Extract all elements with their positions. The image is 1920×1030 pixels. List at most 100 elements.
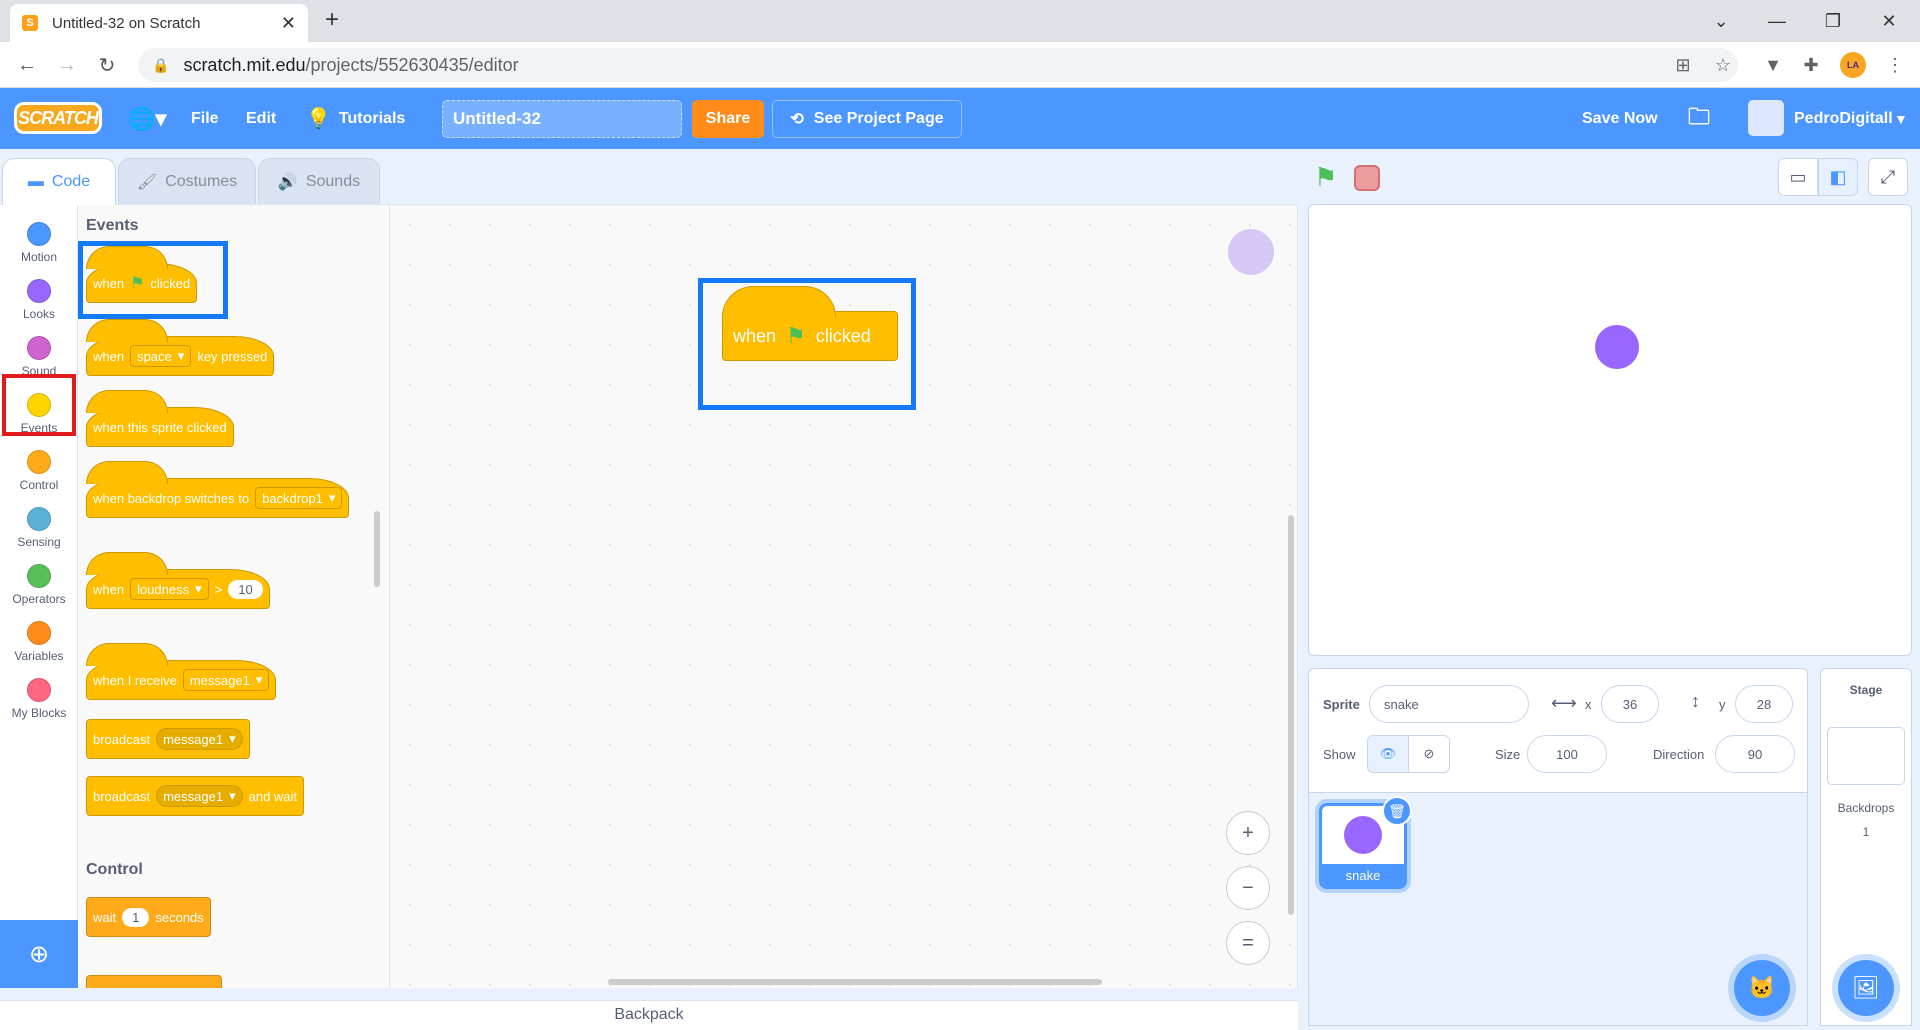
choose-sprite-cat-icon[interactable]: 🐱 <box>1734 960 1790 1016</box>
window-close-icon[interactable]: ✕ <box>1866 4 1912 38</box>
backdrop-dropdown[interactable]: backdrop1 ▾ <box>255 487 343 509</box>
forward-icon[interactable]: → <box>52 50 82 80</box>
browser-menu-icon[interactable]: ⋮ <box>1882 52 1908 78</box>
extension-shield-icon[interactable]: ▼ <box>1760 52 1786 78</box>
see-project-page-button[interactable]: ⟲ See Project Page <box>772 100 962 138</box>
block-text: seconds <box>155 909 204 925</box>
workspace-horizontal-scrollbar[interactable] <box>608 979 1102 985</box>
my-blocks-dot-icon <box>27 678 51 702</box>
translate-icon[interactable]: ⊞ <box>1670 52 1696 78</box>
tab-costumes[interactable]: 🖌 Costumes <box>118 158 256 204</box>
zoom-out-button[interactable]: − <box>1226 866 1270 910</box>
sensor-dropdown[interactable]: loudness ▾ <box>130 578 209 600</box>
direction-input[interactable]: 90 <box>1715 735 1795 773</box>
y-input[interactable]: 28 <box>1735 685 1793 723</box>
block-text: when <box>93 348 125 364</box>
message-dropdown[interactable]: message1 ▾ <box>156 785 243 807</box>
message-dropdown[interactable]: message1 ▾ <box>156 728 243 750</box>
dropdown-value: loudness <box>137 581 190 597</box>
sprite-thumbnail-name: snake <box>1322 864 1404 886</box>
backdrops-label: Backdrops <box>1837 801 1895 815</box>
add-extension-icon[interactable]: ⊕ <box>0 920 78 988</box>
broadcast-and-wait-block[interactable]: broadcast message1 ▾ and wait <box>86 776 305 816</box>
browser-tab[interactable]: S Untitled-32 on Scratch ✕ <box>10 4 308 42</box>
address-bar[interactable]: 🔒 scratch.mit.edu/projects/552630435/edi… <box>138 48 1738 82</box>
when-backdrop-switches-block[interactable]: when backdrop switches to backdrop1 ▾ <box>86 461 350 518</box>
tab-code[interactable]: ▬ Code <box>2 158 116 205</box>
green-flag-run-icon[interactable]: ⚑ <box>1314 162 1337 193</box>
key-dropdown[interactable]: space ▾ <box>130 345 192 367</box>
dropdown-value: space <box>137 348 172 364</box>
stage-thumbnail[interactable] <box>1827 727 1905 785</box>
delete-sprite-icon[interactable]: 🗑 <box>1382 796 1412 826</box>
zoom-in-icon: + <box>1242 821 1254 844</box>
when-i-receive-block[interactable]: when I receive message1 ▾ <box>86 643 277 700</box>
when-key-pressed-block[interactable]: when space ▾ key pressed <box>86 319 275 376</box>
small-stage-icon[interactable]: ▭ <box>1778 158 1818 196</box>
minimize-icon[interactable]: — <box>1754 4 1800 38</box>
profile-avatar-icon[interactable]: LA <box>1840 52 1866 78</box>
tutorials-button[interactable]: 💡 Tutorials <box>306 88 405 149</box>
size-input[interactable]: 100 <box>1527 735 1607 773</box>
normal-stage-icon[interactable]: ◧ <box>1818 158 1858 196</box>
language-globe-icon[interactable]: 🌐▾ <box>128 88 166 149</box>
scratch-favicon-icon: S <box>22 15 38 31</box>
stage-canvas[interactable] <box>1308 204 1912 656</box>
browser-titlebar: S Untitled-32 on Scratch ✕ + ⌄ — ❐ ✕ <box>0 0 1920 42</box>
sound-dot-icon <box>27 336 51 360</box>
username-menu[interactable]: PedroDigitall <box>1794 88 1893 149</box>
choose-backdrop-icon[interactable]: 🖼 <box>1838 960 1894 1016</box>
bookmark-star-icon[interactable]: ☆ <box>1710 52 1736 78</box>
category-motion[interactable]: Motion <box>0 215 78 271</box>
message-dropdown[interactable]: message1 ▾ <box>182 669 270 691</box>
tab-close-icon[interactable]: ✕ <box>281 13 296 34</box>
show-visible-eye-icon[interactable]: 👁 <box>1367 735 1409 773</box>
category-looks[interactable]: Looks <box>0 272 78 328</box>
lock-icon: 🔒 <box>152 56 170 73</box>
file-menu[interactable]: File <box>191 88 219 149</box>
category-variables[interactable]: Variables <box>0 614 78 670</box>
x-input[interactable]: 36 <box>1601 685 1659 723</box>
zoom-reset-button[interactable]: = <box>1226 921 1270 965</box>
snake-sprite[interactable] <box>1595 325 1639 369</box>
user-menu-caret-icon[interactable]: ▼ <box>1894 88 1908 149</box>
loudness-value-input[interactable]: 10 <box>228 579 263 599</box>
show-hidden-eye-icon[interactable]: ⊘ <box>1408 735 1450 773</box>
operators-dot-icon <box>27 564 51 588</box>
stop-icon[interactable] <box>1354 165 1380 191</box>
y-label: y <box>1719 697 1726 712</box>
category-my-blocks[interactable]: My Blocks <box>0 671 78 727</box>
back-icon[interactable]: ← <box>12 50 42 80</box>
user-avatar[interactable] <box>1748 100 1784 136</box>
category-control[interactable]: Control <box>0 443 78 499</box>
project-title-input[interactable]: Untitled-32 <box>442 100 682 138</box>
category-sensing[interactable]: Sensing <box>0 500 78 556</box>
palette-scrollbar[interactable] <box>374 511 380 587</box>
tab-sounds[interactable]: 🔊 Sounds <box>258 158 380 204</box>
fullscreen-icon[interactable]: ⤢ <box>1868 158 1908 196</box>
when-loudness-block[interactable]: when loudness ▾ > 10 <box>86 552 270 609</box>
sprite-name-input[interactable]: snake <box>1369 685 1529 723</box>
extensions-puzzle-icon[interactable]: ✚ <box>1798 52 1824 78</box>
dropdown-caret-icon: ▾ <box>195 581 202 596</box>
my-stuff-folder-icon[interactable]: 🗀 <box>1688 88 1710 149</box>
share-button[interactable]: Share <box>692 100 764 138</box>
wait-value-input[interactable]: 1 <box>122 907 150 927</box>
edit-menu[interactable]: Edit <box>246 88 276 149</box>
broadcast-block[interactable]: broadcast message1 ▾ <box>86 719 250 759</box>
repeat-block[interactable] <box>86 975 222 988</box>
save-now-button[interactable]: Save Now <box>1582 88 1658 149</box>
workspace-vertical-scrollbar[interactable] <box>1288 515 1294 915</box>
reload-icon[interactable]: ↻ <box>92 50 122 80</box>
scratch-logo[interactable]: SCRATCH <box>14 102 102 134</box>
zoom-in-button[interactable]: + <box>1226 811 1270 855</box>
tab-code-label: Code <box>51 173 91 190</box>
dropdown-value: message1 <box>163 731 224 747</box>
category-operators[interactable]: Operators <box>0 557 78 613</box>
wait-seconds-block[interactable]: wait 1 seconds <box>86 897 211 937</box>
when-sprite-clicked-block[interactable]: when this sprite clicked <box>86 390 234 447</box>
new-tab-icon[interactable]: + <box>325 6 339 34</box>
restore-icon[interactable]: ❐ <box>1810 4 1856 38</box>
block-text: when backdrop switches to <box>93 490 250 506</box>
tab-search-icon[interactable]: ⌄ <box>1698 4 1744 38</box>
